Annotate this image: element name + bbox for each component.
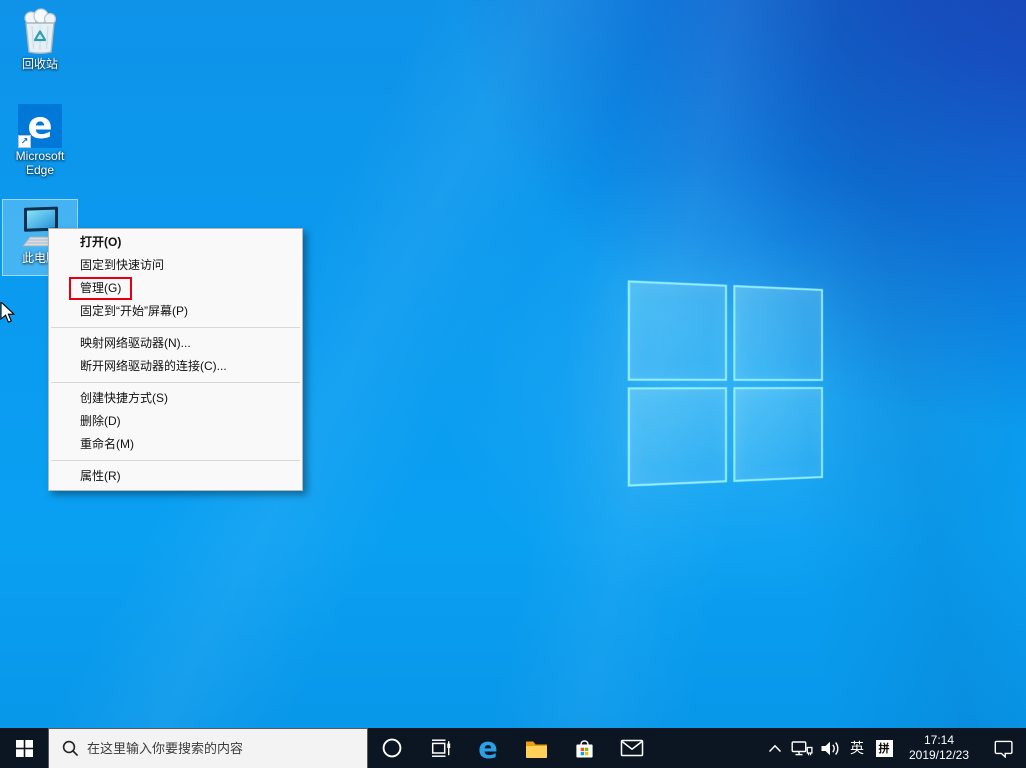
- taskbar: e: [0, 728, 1026, 768]
- tray-time: 17:14: [898, 733, 980, 748]
- edge-taskbar-button[interactable]: e: [464, 728, 512, 768]
- windows-logo-pane: [628, 387, 727, 487]
- context-menu-item-label: 固定到快速访问: [80, 258, 164, 272]
- context-menu-item[interactable]: 打开(O): [49, 231, 302, 254]
- context-menu-item-label: 重命名(M): [80, 437, 134, 451]
- volume-tray-button[interactable]: [816, 728, 844, 768]
- context-menu-item[interactable]: 重命名(M): [49, 433, 302, 456]
- tray-date: 2019/12/23: [898, 748, 980, 763]
- clock-button[interactable]: 17:14 2019/12/23: [898, 728, 980, 768]
- windows-start-icon: [16, 740, 33, 757]
- context-menu-item[interactable]: 属性(R): [49, 465, 302, 488]
- context-menu-item[interactable]: 删除(D): [49, 410, 302, 433]
- store-icon: [573, 737, 596, 760]
- network-icon: [791, 740, 813, 757]
- context-menu-item-label: 固定到“开始”屏幕(P): [80, 304, 188, 318]
- context-menu-item-label: 删除(D): [80, 414, 121, 428]
- search-input[interactable]: [49, 729, 367, 768]
- file-explorer-button[interactable]: [512, 728, 560, 768]
- notification-icon: [993, 739, 1013, 758]
- search-icon: [62, 740, 79, 757]
- edge-label: Microsoft Edge: [2, 149, 78, 177]
- context-menu-item[interactable]: 管理(G): [49, 277, 302, 300]
- windows-logo-pane: [733, 387, 823, 483]
- task-view-button[interactable]: [416, 728, 464, 768]
- tray-chevron-button[interactable]: [762, 728, 788, 768]
- action-center-button[interactable]: [980, 728, 1026, 768]
- context-menu-item-label: 断开网络驱动器的连接(C)...: [80, 359, 227, 373]
- context-menu-item[interactable]: 创建快捷方式(S): [49, 387, 302, 410]
- context-menu: 打开(O) 固定到快速访问管理(G) 固定到“开始”屏幕(P) 映射网络驱动器(N).…: [48, 228, 303, 491]
- menu-separator: [51, 460, 300, 461]
- context-menu-item[interactable]: 断开网络驱动器的连接(C)...: [49, 355, 302, 378]
- context-menu-item-label: 属性(R): [80, 469, 121, 483]
- windows-logo-pane: [733, 285, 823, 381]
- windows-logo: [628, 280, 823, 486]
- file-explorer-icon: [524, 738, 549, 759]
- desktop-screen: 回收站 e ↗ Microsoft Edge: [0, 0, 1026, 768]
- context-menu-item[interactable]: 固定到“开始”屏幕(P): [49, 300, 302, 323]
- edge-icon: e: [478, 733, 498, 763]
- start-button[interactable]: [0, 728, 48, 768]
- cortana-button[interactable]: [368, 728, 416, 768]
- task-view-icon: [429, 738, 451, 759]
- ime-language-button[interactable]: 英: [844, 728, 870, 768]
- ime-mode-button[interactable]: 拼: [870, 728, 898, 768]
- windows-logo-pane: [628, 280, 727, 380]
- desktop-icon-recycle-bin[interactable]: 回收站: [2, 4, 78, 71]
- network-tray-button[interactable]: [788, 728, 816, 768]
- ime-mode-icon: 拼: [876, 740, 893, 757]
- mail-icon: [620, 739, 644, 757]
- menu-separator: [51, 382, 300, 383]
- recycle-bin-label: 回收站: [2, 57, 78, 71]
- speaker-icon: [820, 740, 841, 757]
- context-menu-item-label: 创建快捷方式(S): [80, 391, 168, 405]
- mouse-cursor: [0, 302, 15, 324]
- edge-tile-icon: e ↗: [18, 104, 62, 148]
- context-menu-item-label-highlighted: 管理(G): [69, 277, 132, 300]
- shortcut-arrow-icon: ↗: [18, 135, 31, 148]
- desktop-icon-microsoft-edge[interactable]: e ↗ Microsoft Edge: [2, 100, 78, 177]
- context-menu-item-label: 映射网络驱动器(N)...: [80, 336, 191, 350]
- recycle-bin-icon: [2, 8, 78, 56]
- context-menu-item[interactable]: 映射网络驱动器(N)...: [49, 332, 302, 355]
- context-menu-item-label: 打开(O): [80, 235, 121, 249]
- taskbar-search[interactable]: [48, 728, 368, 768]
- chevron-up-icon: [768, 744, 782, 753]
- store-button[interactable]: [560, 728, 608, 768]
- menu-separator: [51, 327, 300, 328]
- edge-letter: e: [27, 106, 52, 146]
- ime-language-label: 英: [850, 738, 864, 758]
- cortana-icon: [381, 737, 403, 759]
- context-menu-item[interactable]: 固定到快速访问: [49, 254, 302, 277]
- mail-button[interactable]: [608, 728, 656, 768]
- system-tray: 英 拼 17:14 2019/12/23: [762, 728, 1026, 768]
